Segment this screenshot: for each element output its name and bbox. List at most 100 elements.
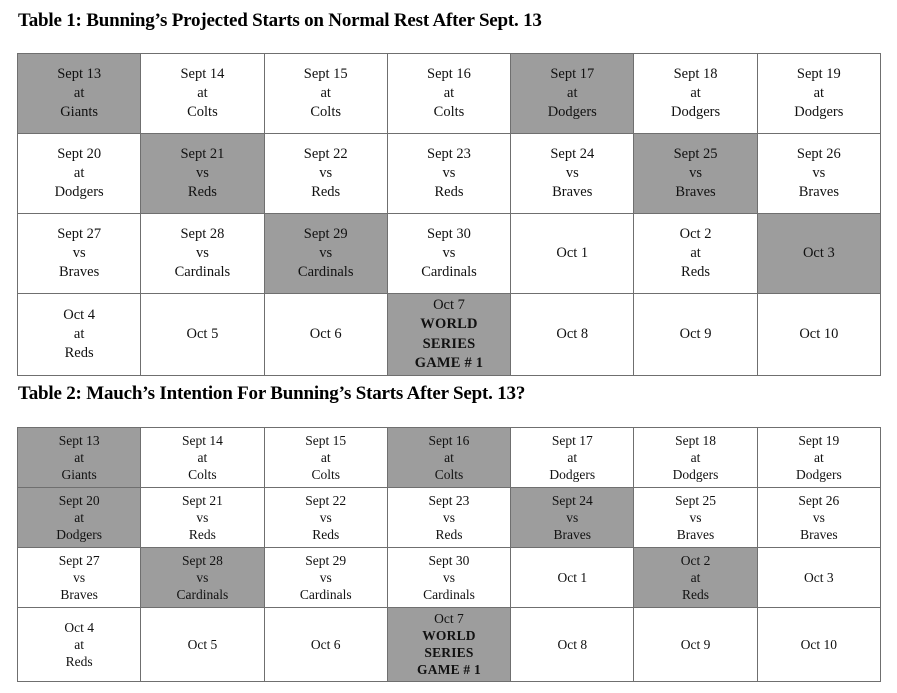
schedule-cell: Oct 9 [633,292,758,377]
cell-detail: Braves [675,184,716,201]
cell-detail: SERIES [424,645,474,661]
schedule-cell: Sept 27 vs Braves [16,547,142,608]
schedule-cell-content: Sept 15 at Colts [265,63,387,125]
cell-detail: at [197,84,208,101]
cell-detail: vs [442,164,456,181]
schedule-cell: Sept 26 vs Braves [756,133,882,214]
schedule-cell-content: Oct 5 [141,634,263,655]
schedule-cell-content: Oct 9 [634,323,756,346]
cell-date: Sept 26 [796,145,841,162]
cell-detail: Dodgers [56,527,103,543]
cell-detail: vs [689,509,702,525]
cell-detail: Cardinals [423,587,475,603]
cell-detail: vs [72,244,86,261]
table-1-title: Table 1: Bunning’s Projected Starts on N… [18,10,542,31]
cell-detail: Dodgers [54,184,104,201]
cell-date: Sept 30 [427,225,471,242]
cell-detail: Reds [65,653,93,669]
cell-detail: WORLD [420,316,478,333]
schedule-cell-content: Sept 14 at Colts [141,63,263,125]
cell-detail: GAME # 1 [414,354,484,371]
schedule-cell: Sept 25 vs Braves [633,487,758,548]
schedule-cell: Sept 30 vs Cardinals [386,213,512,294]
cell-date: Oct 7 [434,611,464,626]
cell-detail: Braves [59,264,100,281]
schedule-cell-content: Sept 23 vs Reds [388,143,510,205]
schedule-cell: Sept 20 at Dodgers [16,487,142,548]
schedule-cell: Oct 2 at Reds [633,213,758,294]
schedule-cell: Sept 19 at Dodgers [756,427,882,488]
cell-detail: Cardinals [174,264,231,281]
schedule-cell-content: Sept 30 vs Cardinals [388,550,510,605]
table-row: Sept 13 at Giants Sept 14 at Colts Sept 15 at Co… [16,427,882,488]
cell-date: Oct 2 [679,225,712,242]
cell-detail: vs [195,164,209,181]
cell-detail: Colts [187,104,218,121]
schedule-cell: Sept 21 vs Reds [140,133,265,214]
schedule-cell: Oct 8 [510,607,635,682]
schedule-cell: Oct 2 at Reds [633,547,758,608]
cell-detail: vs [319,164,333,181]
cell-detail: Cardinals [299,587,352,603]
cell-detail: at [73,164,85,181]
cell-date: Oct 7 [433,297,465,313]
schedule-cell-content: Sept 17 at Dodgers [511,430,633,485]
cell-detail: Giants [60,104,99,121]
schedule-cell-content: Sept 23 vs Reds [388,490,510,545]
cell-detail: Braves [552,184,593,201]
table-2-title: Table 2: Mauch’s Intention For Bunning’s… [18,383,526,404]
schedule-cell-content: Sept 18 at Dodgers [634,430,756,485]
cell-detail: Reds [188,527,216,543]
schedule-cell: Oct 1 [510,547,635,608]
table-row: Oct 4 at Reds Oct 5 Oct 6 Oct 7 WORLD SERIES GAM… [16,292,882,377]
schedule-cell: Sept 14 at Colts [140,53,265,134]
document-page: Table 1: Bunning’s Projected Starts on N… [0,0,897,693]
cell-detail: WORLD [422,628,476,644]
schedule-cell-content: Sept 19 at Dodgers [758,430,880,485]
schedule-cell-content: Sept 16 at Colts [388,430,510,485]
schedule-cell: Oct 4 at Reds [16,292,142,377]
cell-detail: Braves [553,527,592,543]
cell-detail: vs [319,569,332,585]
cell-date: Oct 5 [186,325,219,342]
cell-date: Sept 14 [181,432,223,448]
cell-detail: at [690,569,701,585]
cell-detail: vs [196,509,209,525]
cell-detail: Cardinals [176,587,229,603]
table-row: Sept 27 vs Braves Sept 28 vs Cardinals Sept 29… [16,547,882,608]
cell-detail: vs [73,569,86,585]
cell-detail: at [320,84,331,101]
cell-detail: Braves [798,184,839,201]
cell-detail: at [74,509,85,525]
schedule-cell-content: Sept 16 at Colts [388,63,510,125]
schedule-cell: Sept 24 vs Braves [510,487,635,548]
cell-detail: Braves [800,527,838,543]
cell-detail: Reds [311,184,341,201]
schedule-cell-content: Sept 25 vs Braves [634,490,756,545]
schedule-cell: Sept 16 at Colts [386,53,512,134]
bunning-projected-starts-table: Sept 13 at Giants Sept 14 at Colts Sept 15 at Co… [16,53,882,377]
cell-date: Oct 8 [556,325,589,342]
cell-detail: Colts [434,467,464,483]
cell-detail: Braves [60,587,98,603]
cell-date: Oct 5 [187,636,218,652]
schedule-cell-content: Oct 8 [511,634,633,655]
cell-detail: vs [442,569,455,585]
schedule-cell: Sept 18 at Dodgers [633,53,758,134]
schedule-cell-content: Sept 27 vs Braves [18,223,140,285]
schedule-cell-content: Oct 6 [265,323,387,346]
schedule-cell-content: Sept 29 vs Cardinals [265,223,387,285]
cell-date: Sept 20 [58,492,100,508]
schedule-cell-content: Sept 14 at Colts [141,430,263,485]
schedule-cell-content: Oct 3 [758,567,880,588]
cell-date: Oct 4 [63,306,96,323]
cell-date: Oct 6 [309,325,342,342]
schedule-cell: Sept 13 at Giants [16,427,142,488]
cell-date: Sept 24 [551,492,593,508]
cell-date: Sept 21 [180,145,225,162]
cell-date: Sept 28 [180,225,225,242]
schedule-cell: Oct 6 [263,292,388,377]
cell-detail: Reds [435,527,463,543]
cell-detail: vs [689,164,702,181]
cell-date: Oct 6 [310,636,341,652]
